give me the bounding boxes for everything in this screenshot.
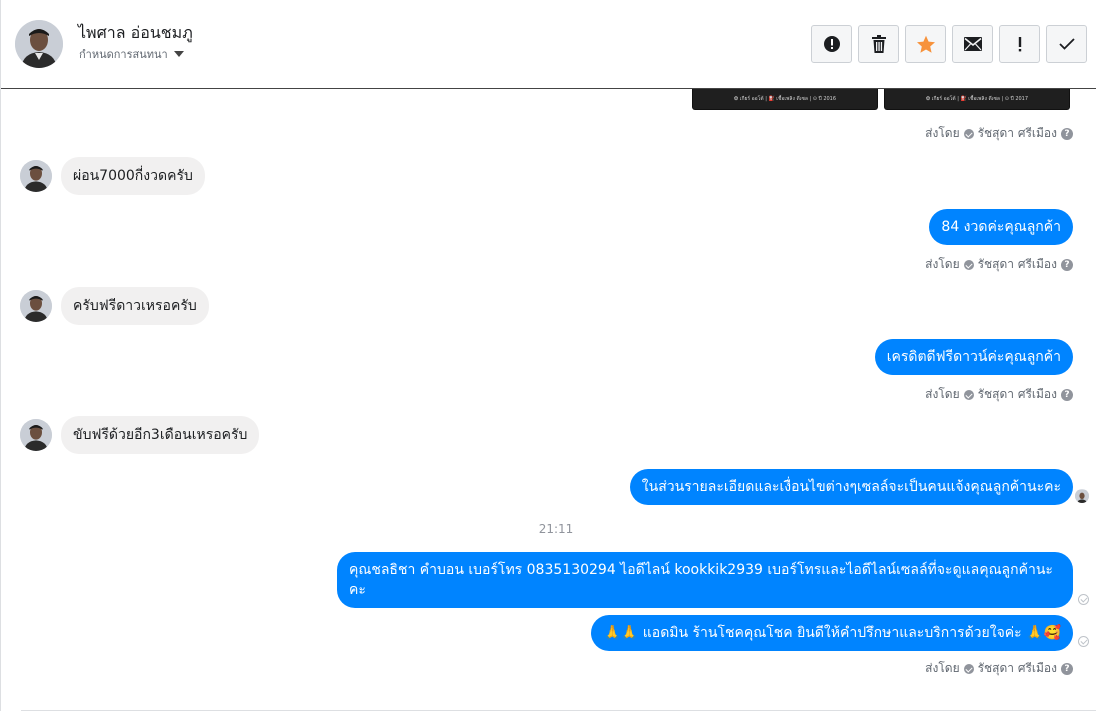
outgoing-message-bubble[interactable]: ในส่วนรายละเอียดและเงื่อนไขต่างๆเซลล์จะเ… bbox=[629, 469, 1073, 505]
message-list[interactable]: ❂ เกียร์ ออโต้ | ⛽ เชื้อเพลิง ดีเซล | ⊙ … bbox=[1, 89, 1096, 711]
done-button[interactable] bbox=[1046, 25, 1087, 63]
sent-by-prefix: ส่งโดย bbox=[925, 257, 960, 271]
verified-icon bbox=[963, 259, 974, 270]
attachment-image[interactable]: ❂ เกียร์ ออโต้ | ⛽ เชื้อเพลิง ดีเซล | ⊙ … bbox=[692, 89, 878, 110]
contact-avatar[interactable] bbox=[20, 419, 52, 451]
delivered-check-icon bbox=[1078, 594, 1089, 605]
attachment-caption: ❂ เกียร์ ออโต้ | ⛽ เชื้อเพลิง ดีเซล | ⊙ … bbox=[733, 96, 837, 102]
sent-by-prefix: ส่งโดย bbox=[925, 661, 960, 675]
sent-by-line: ส่งโดย รัชสุดา ศรีเมือง ? bbox=[925, 659, 1073, 678]
incoming-message-bubble[interactable]: ครับฟรีดาวเหรอครับ bbox=[61, 287, 209, 325]
outgoing-message-bubble[interactable]: 🙏🙏 แอดมิน ร้านโชคคุณโชค ยินดีให้คำปรึกษา… bbox=[591, 615, 1073, 651]
incoming-message-bubble[interactable]: ผ่อน7000กี่งวดครับ bbox=[61, 157, 205, 195]
outgoing-message-bubble[interactable]: คุณชลธิชา คำบอน เบอร์โทร 0835130294 ไอดี… bbox=[337, 552, 1073, 608]
help-icon[interactable]: ? bbox=[1061, 662, 1073, 675]
contact-avatar[interactable] bbox=[15, 20, 63, 68]
incoming-message-row: ครับฟรีดาวเหรอครับ bbox=[20, 287, 209, 325]
outgoing-message-bubble[interactable]: เครดิตดีฟรีดาวน์ค่ะคุณลูกค้า bbox=[874, 339, 1073, 375]
caret-down-icon bbox=[173, 51, 184, 57]
conversation-header: ไพศาล อ่อนชมภู กำหนดการสนทนา bbox=[1, 0, 1096, 89]
message-text: แอดมิน ร้านโชคคุณโชค ยินดีให้คำปรึกษาและ… bbox=[642, 625, 1022, 641]
assign-label: กำหนดการสนทนา bbox=[79, 48, 168, 61]
contact-avatar[interactable] bbox=[20, 290, 52, 322]
contact-name: ไพศาล อ่อนชมภู bbox=[78, 23, 193, 42]
envelope-icon bbox=[963, 37, 982, 51]
sent-by-agent: รัชสุดา ศรีเมือง bbox=[977, 257, 1057, 271]
verified-icon bbox=[963, 389, 974, 400]
alert-circle-icon bbox=[823, 36, 840, 52]
report-button[interactable] bbox=[811, 25, 852, 63]
delivered-check-icon bbox=[1078, 636, 1089, 647]
help-icon[interactable]: ? bbox=[1061, 388, 1073, 401]
incoming-message-bubble[interactable]: ขับฟรีด้วยอีก3เดือนเหรอครับ bbox=[61, 416, 260, 454]
verified-icon bbox=[963, 128, 974, 139]
trash-icon bbox=[871, 35, 886, 53]
sent-by-agent: รัชสุดา ศรีเมือง bbox=[977, 661, 1057, 675]
mark-unread-button[interactable] bbox=[952, 25, 993, 63]
sent-by-line: ส่งโดย รัชสุดา ศรีเมือง ? bbox=[925, 255, 1073, 274]
sent-by-line: ส่งโดย รัชสุดา ศรีเมือง ? bbox=[925, 385, 1073, 404]
sent-by-line: ส่งโดย รัชสุดา ศรีเมือง ? bbox=[925, 124, 1073, 143]
check-icon bbox=[1058, 38, 1075, 50]
conversation-panel: ไพศาล อ่อนชมภู กำหนดการสนทนา ❂ เกียร์ ออ… bbox=[0, 0, 1096, 711]
help-icon[interactable]: ? bbox=[1061, 127, 1073, 140]
incoming-message-row: ผ่อน7000กี่งวดครับ bbox=[20, 157, 205, 195]
message-timestamp: 21:11 bbox=[538, 522, 574, 536]
sent-by-agent: รัชสุดา ศรีเมือง bbox=[977, 387, 1057, 401]
attachment-caption: ❂ เกียร์ ออโต้ | ⛽ เชื้อเพลิง ดีเซล | ⊙ … bbox=[925, 96, 1029, 102]
exclamation-icon bbox=[1018, 37, 1021, 52]
verified-icon bbox=[963, 663, 974, 674]
star-icon bbox=[916, 35, 935, 53]
incoming-message-row: ขับฟรีด้วยอีก3เดือนเหรอครับ bbox=[20, 416, 260, 454]
assign-conversation-dropdown[interactable]: กำหนดการสนทนา bbox=[79, 45, 184, 63]
header-actions bbox=[811, 25, 1087, 63]
emoji: 🙏🥰 bbox=[1026, 625, 1061, 641]
help-icon[interactable]: ? bbox=[1061, 258, 1073, 271]
seen-avatar bbox=[1075, 489, 1089, 503]
delete-button[interactable] bbox=[858, 25, 899, 63]
star-button[interactable] bbox=[905, 25, 946, 63]
spam-button[interactable] bbox=[999, 25, 1040, 63]
emoji: 🙏🙏 bbox=[603, 625, 639, 641]
sent-by-prefix: ส่งโดย bbox=[925, 387, 960, 401]
sent-by-prefix: ส่งโดย bbox=[925, 126, 960, 140]
attachment-image[interactable]: ❂ เกียร์ ออโต้ | ⛽ เชื้อเพลิง ดีเซล | ⊙ … bbox=[884, 89, 1070, 110]
contact-avatar[interactable] bbox=[20, 160, 52, 192]
sent-by-agent: รัชสุดา ศรีเมือง bbox=[977, 126, 1057, 140]
outgoing-message-bubble[interactable]: 84 งวดค่ะคุณลูกค้า bbox=[929, 209, 1073, 245]
